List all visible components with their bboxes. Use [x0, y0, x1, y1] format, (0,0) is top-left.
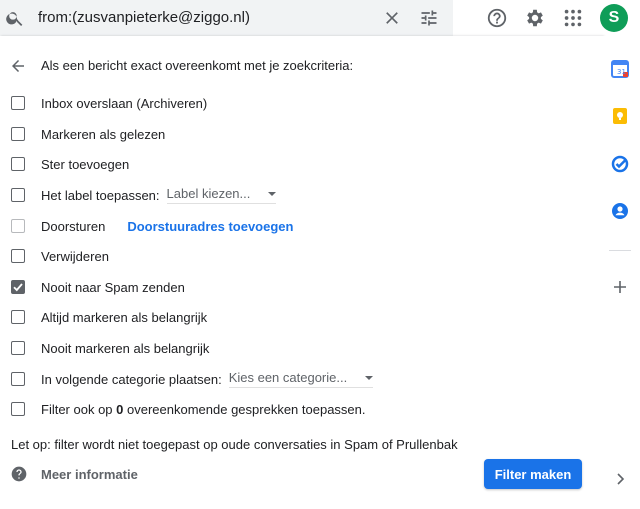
- help-icon[interactable]: [486, 7, 508, 29]
- option-category[interactable]: In volgende categorie plaatsen: Kies een…: [11, 369, 374, 389]
- checkbox-mark-read[interactable]: [11, 127, 25, 141]
- option-label: Doorsturen: [41, 218, 106, 234]
- checkmark-icon: [13, 283, 23, 292]
- option-label: Inbox overslaan (Archiveren): [41, 95, 208, 111]
- gear-icon[interactable]: [524, 7, 546, 29]
- add-forwarding-address-link[interactable]: Doorstuuradres toevoegen: [127, 219, 293, 234]
- contacts-icon[interactable]: [611, 202, 629, 220]
- checkbox-forward[interactable]: [11, 219, 25, 233]
- label-select-value: Label kiezen...: [166, 186, 251, 201]
- option-apply-to-existing[interactable]: Filter ook op 0 overeenkomende gesprekke…: [11, 399, 366, 419]
- apps-grid-icon[interactable]: [562, 7, 584, 29]
- option-label: Markeren als gelezen: [41, 126, 166, 142]
- option-star[interactable]: Ster toevoegen: [11, 154, 129, 174]
- checkbox-category[interactable]: [11, 372, 25, 386]
- option-label: Nooit naar Spam zenden: [41, 279, 185, 295]
- checkbox-always-important[interactable]: [11, 310, 25, 324]
- filter-heading: Als een bericht exact overeenkomt met je…: [41, 58, 354, 73]
- option-always-important[interactable]: Altijd markeren als belangrijk: [11, 307, 207, 327]
- checkbox-apply-label[interactable]: [11, 188, 25, 202]
- svg-text:31: 31: [617, 68, 626, 76]
- chevron-right-icon[interactable]: [613, 472, 627, 486]
- search-query[interactable]: from:(zusvanpieterke@ziggo.nl): [38, 9, 250, 26]
- checkbox-star[interactable]: [11, 157, 25, 171]
- option-label: Verwijderen: [41, 248, 109, 264]
- checkbox-never-spam[interactable]: [11, 280, 25, 294]
- search-bar[interactable]: from:(zusvanpieterke@ziggo.nl): [0, 0, 453, 36]
- option-never-spam[interactable]: Nooit naar Spam zenden: [11, 277, 185, 297]
- top-bar: from:(zusvanpieterke@ziggo.nl) S: [0, 0, 640, 36]
- dropdown-caret-icon: [268, 191, 277, 196]
- search-icon[interactable]: [5, 8, 25, 28]
- option-never-important[interactable]: Nooit markeren als belangrijk: [11, 338, 209, 358]
- calendar-icon[interactable]: 31: [611, 60, 629, 78]
- checkbox-skip-inbox[interactable]: [11, 96, 25, 110]
- checkbox-never-important[interactable]: [11, 341, 25, 355]
- close-icon[interactable]: [382, 8, 402, 28]
- more-info-link[interactable]: Meer informatie: [41, 467, 138, 482]
- option-forward[interactable]: Doorsturen Doorstuuradres toevoegen: [11, 216, 293, 236]
- side-panel: 31: [603, 36, 640, 509]
- add-addon-icon[interactable]: [611, 278, 629, 296]
- keep-notes-icon[interactable]: [611, 107, 629, 125]
- back-arrow-icon[interactable]: [9, 57, 27, 75]
- side-panel-divider: [609, 250, 631, 251]
- checkbox-delete[interactable]: [11, 249, 25, 263]
- question-circle-icon: [11, 466, 27, 482]
- category-select[interactable]: Kies een categorie...: [228, 370, 374, 388]
- option-label: Altijd markeren als belangrijk: [41, 309, 208, 325]
- option-label: In volgende categorie plaatsen:: [41, 371, 222, 387]
- option-label: Ster toevoegen: [41, 156, 130, 172]
- category-select-value: Kies een categorie...: [228, 370, 348, 385]
- filter-panel: Als een bericht exact overeenkomt met je…: [0, 36, 603, 509]
- avatar[interactable]: S: [600, 4, 628, 32]
- checkbox-apply-to-existing[interactable]: [11, 402, 25, 416]
- option-label: Nooit markeren als belangrijk: [41, 340, 210, 356]
- option-label: Het label toepassen:: [41, 187, 160, 203]
- create-filter-button[interactable]: Filter maken: [484, 459, 582, 489]
- option-delete[interactable]: Verwijderen: [11, 246, 109, 266]
- tasks-icon[interactable]: [611, 155, 629, 173]
- option-skip-inbox[interactable]: Inbox overslaan (Archiveren): [11, 93, 207, 113]
- search-options-icon[interactable]: [419, 8, 439, 28]
- dropdown-caret-icon: [365, 375, 374, 380]
- option-apply-label[interactable]: Het label toepassen: Label kiezen...: [11, 185, 277, 205]
- option-label: Filter ook op 0 overeenkomende gesprekke…: [41, 401, 366, 417]
- label-select[interactable]: Label kiezen...: [166, 186, 277, 204]
- option-mark-read[interactable]: Markeren als gelezen: [11, 124, 165, 144]
- spam-trash-note: Let op: filter wordt niet toegepast op o…: [11, 437, 458, 452]
